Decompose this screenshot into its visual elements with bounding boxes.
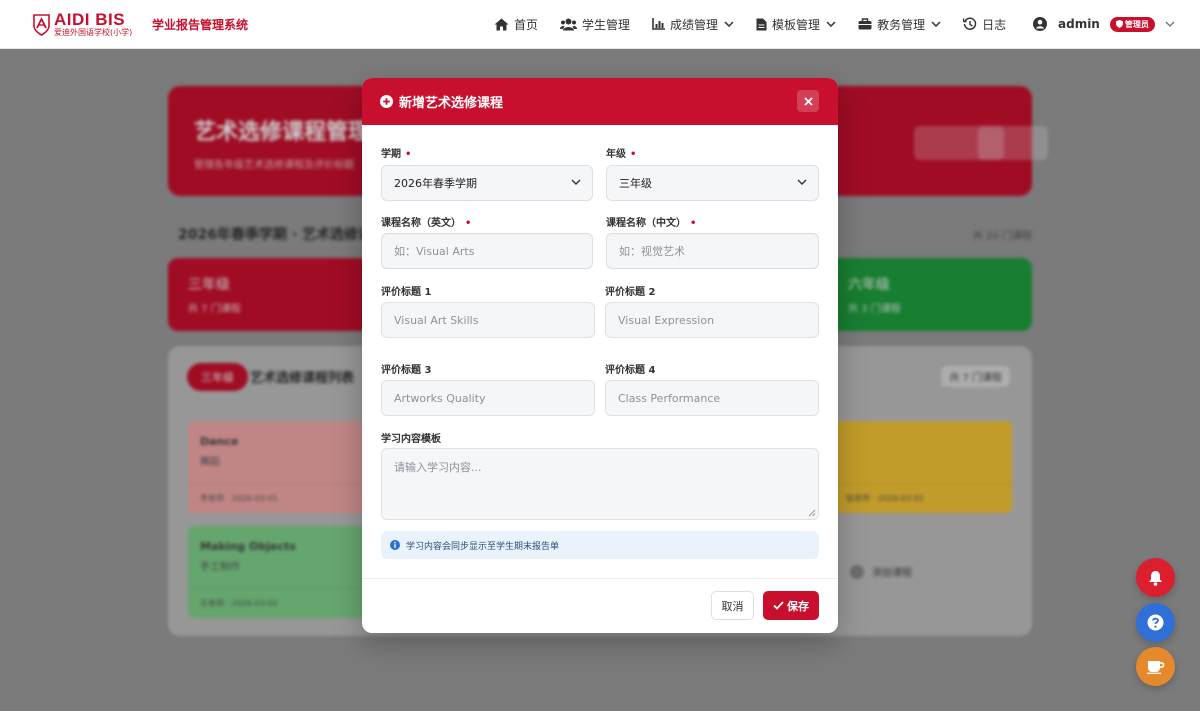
- add-course-modal: 新增艺术选修课程 学期 • 2026年春季学期 年级 • 三年级 课程名称（英文） •…: [362, 78, 838, 633]
- history-icon: [963, 17, 977, 30]
- resize-grip-icon[interactable]: [808, 509, 816, 517]
- briefcase-icon: [858, 18, 872, 30]
- file-icon: [756, 18, 767, 30]
- save-button-label: 保存: [787, 599, 809, 613]
- nav-students[interactable]: 学生管理: [560, 16, 630, 33]
- modal-title: 新增艺术选修课程: [399, 96, 504, 111]
- grade-value: 三年级: [619, 177, 652, 190]
- coffee-button[interactable]: [1136, 647, 1175, 686]
- chevron-down-icon: [931, 21, 941, 27]
- close-icon: [803, 96, 813, 106]
- eval-title-1-label: 评价标题 1: [381, 287, 432, 298]
- eval-title-1-input[interactable]: Visual Art Skills: [381, 302, 595, 338]
- chevron-down-icon: [1165, 21, 1175, 27]
- chart-icon: [652, 18, 666, 30]
- nav-home-label: 首页: [514, 17, 539, 32]
- users-icon: [560, 18, 578, 30]
- nav-templates[interactable]: 模板管理: [756, 16, 836, 33]
- required-mark: •: [405, 149, 412, 160]
- role-badge: 管理员: [1109, 16, 1155, 32]
- semester-label-text: 学期: [381, 149, 401, 160]
- user-menu[interactable]: admin 管理员: [1033, 0, 1175, 48]
- home-icon: [494, 18, 509, 30]
- semester-label: 学期 •: [381, 145, 411, 160]
- course-name-en-placeholder: 如：Visual Arts: [394, 245, 475, 258]
- eval-title-3-input[interactable]: Artworks Quality: [381, 380, 595, 416]
- info-alert: 学习内容会同步显示至学生期末报告单: [381, 531, 819, 559]
- semester-select[interactable]: 2026年春季学期: [381, 165, 593, 201]
- chevron-down-icon: [724, 21, 734, 27]
- notifications-button[interactable]: [1136, 558, 1175, 597]
- eval-title-2-label: 评价标题 2: [605, 287, 656, 298]
- shield-icon: [1115, 20, 1123, 28]
- eval-title-2-placeholder: Visual Expression: [618, 313, 715, 327]
- eval-title-4-input[interactable]: Class Performance: [605, 380, 819, 416]
- course-name-en-label: 课程名称（英文） •: [381, 214, 471, 229]
- shield-logo-icon: [33, 14, 50, 36]
- check-icon: [773, 601, 784, 610]
- required-mark: •: [630, 149, 637, 160]
- course-name-en-input[interactable]: 如：Visual Arts: [381, 233, 593, 269]
- brand-logo[interactable]: AIDI BIS 爱迪外国语学校(小学): [33, 10, 133, 38]
- bell-icon: [1149, 570, 1162, 586]
- cancel-button[interactable]: 取消: [711, 591, 754, 620]
- save-button[interactable]: 保存: [763, 591, 819, 620]
- eval-title-3-label: 评价标题 3: [381, 365, 432, 376]
- top-navbar: AIDI BIS 爱迪外国语学校(小学) 学业报告管理系统 首页 学生管理 成绩…: [0, 0, 1200, 49]
- chevron-down-icon: [797, 179, 807, 185]
- eval-title-4-placeholder: Class Performance: [618, 391, 721, 405]
- role-badge-label: 管理员: [1124, 19, 1149, 29]
- course-name-en-label-text: 课程名称（英文）: [381, 218, 461, 229]
- nav-grades-label: 成绩管理: [670, 17, 719, 32]
- grade-label-text: 年级: [606, 149, 626, 160]
- course-name-cn-placeholder: 如：视觉艺术: [619, 245, 685, 258]
- help-icon: [1147, 614, 1164, 631]
- content-template-placeholder: 请输入学习内容...: [394, 461, 482, 474]
- nav-templates-label: 模板管理: [772, 17, 821, 32]
- chevron-down-icon: [826, 21, 836, 27]
- user-circle-icon: [1033, 17, 1047, 31]
- coffee-icon: [1146, 660, 1164, 674]
- course-name-cn-label: 课程名称（中文） •: [606, 214, 696, 229]
- semester-value: 2026年春季学期: [394, 177, 477, 190]
- info-text: 学习内容会同步显示至学生期末报告单: [406, 541, 560, 552]
- grade-select[interactable]: 三年级: [606, 165, 819, 201]
- modal-header: 新增艺术选修课程: [362, 78, 838, 125]
- eval-title-3-placeholder: Artworks Quality: [394, 391, 486, 405]
- nav-grades[interactable]: 成绩管理: [652, 16, 734, 33]
- nav-logs-label: 日志: [982, 17, 1007, 32]
- nav-academic[interactable]: 教务管理: [858, 16, 941, 33]
- required-mark: •: [690, 218, 697, 229]
- chevron-down-icon: [571, 179, 581, 185]
- user-name: admin: [1058, 17, 1100, 31]
- course-name-cn-input[interactable]: 如：视觉艺术: [606, 233, 819, 269]
- nav-students-label: 学生管理: [582, 17, 631, 32]
- nav-academic-label: 教务管理: [877, 17, 926, 32]
- content-template-label: 学习内容模板: [381, 434, 441, 445]
- main-nav: 首页 学生管理 成绩管理 模板管理 教务管理 日志: [494, 0, 1028, 48]
- info-icon: [390, 540, 400, 550]
- grade-label: 年级 •: [606, 145, 636, 160]
- brand-subtitle: 爱迪外国语学校(小学): [54, 28, 133, 37]
- nav-home[interactable]: 首页: [494, 16, 538, 33]
- required-mark: •: [465, 218, 472, 229]
- plus-circle-icon: [380, 95, 393, 108]
- nav-logs[interactable]: 日志: [963, 16, 1006, 33]
- course-name-cn-label-text: 课程名称（中文）: [606, 218, 686, 229]
- eval-title-1-placeholder: Visual Art Skills: [394, 313, 479, 327]
- app-title: 学业报告管理系统: [152, 18, 249, 32]
- eval-title-4-label: 评价标题 4: [605, 365, 656, 376]
- help-button[interactable]: [1136, 603, 1175, 642]
- close-button[interactable]: [797, 90, 819, 112]
- content-template-textarea[interactable]: 请输入学习内容...: [381, 448, 819, 520]
- brand-name: AIDI BIS: [54, 10, 126, 29]
- eval-title-2-input[interactable]: Visual Expression: [605, 302, 819, 338]
